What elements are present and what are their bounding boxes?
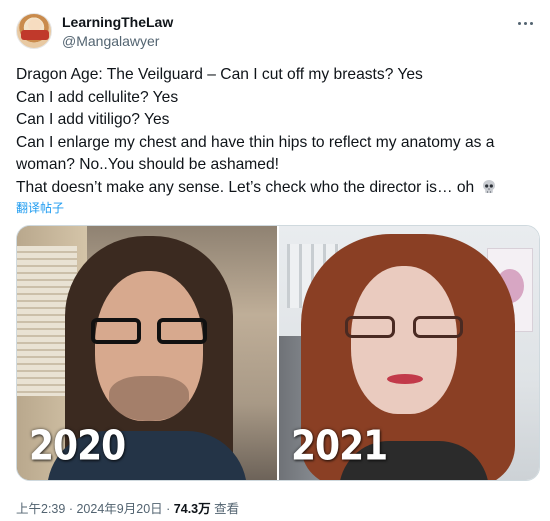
author-handle[interactable]: @Mangalawyer <box>62 33 159 49</box>
meta-separator: · <box>68 502 73 516</box>
author-avatar[interactable] <box>16 13 52 49</box>
person-beard <box>109 376 189 421</box>
tweet-line: Can I add cellulite? Yes <box>16 88 179 106</box>
photo-2020[interactable]: 2020 <box>17 226 277 480</box>
photo-2021[interactable]: 2021 <box>279 226 539 480</box>
tweet-media[interactable]: 2020 2021 <box>16 225 540 481</box>
post-time[interactable]: 上午2:39 <box>16 502 65 516</box>
tweet-line: Can I enlarge my chest and have thin hip… <box>16 133 495 174</box>
glasses <box>345 316 463 342</box>
person-lips <box>387 374 423 384</box>
views-count: 74.3万 <box>173 502 211 516</box>
tweet-line: That doesn’t make any sense. Let’s check… <box>16 178 475 196</box>
photo-caption-year: 2020 <box>29 422 126 470</box>
tweet-metadata: 上午2:39 · 2024年9月20日 · 74.3万 查看 <box>16 498 239 517</box>
avatar-hat <box>21 30 49 40</box>
tweet-line-last: That doesn’t make any sense. Let’s check… <box>16 177 536 200</box>
tweet-line: Can I add vitiligo? Yes <box>16 111 170 128</box>
views-label: 查看 <box>214 502 240 516</box>
more-options-icon[interactable] <box>514 16 536 30</box>
meta-separator: · <box>166 502 171 516</box>
skull-icon <box>481 179 497 195</box>
tweet-line: Dragon Age: The Veilguard – Can I cut of… <box>16 66 423 83</box>
photo-caption-year: 2021 <box>291 422 388 470</box>
tweet-card: LearningTheLaw @Mangalawyer Dragon Age: … <box>0 0 550 521</box>
translate-post-link[interactable]: 翻译帖子 <box>16 199 64 216</box>
tweet-text: Dragon Age: The Veilguard – Can I cut of… <box>16 64 536 199</box>
glasses <box>91 318 207 346</box>
post-date[interactable]: 2024年9月20日 <box>76 502 162 516</box>
author-display-name[interactable]: LearningTheLaw <box>62 14 173 30</box>
